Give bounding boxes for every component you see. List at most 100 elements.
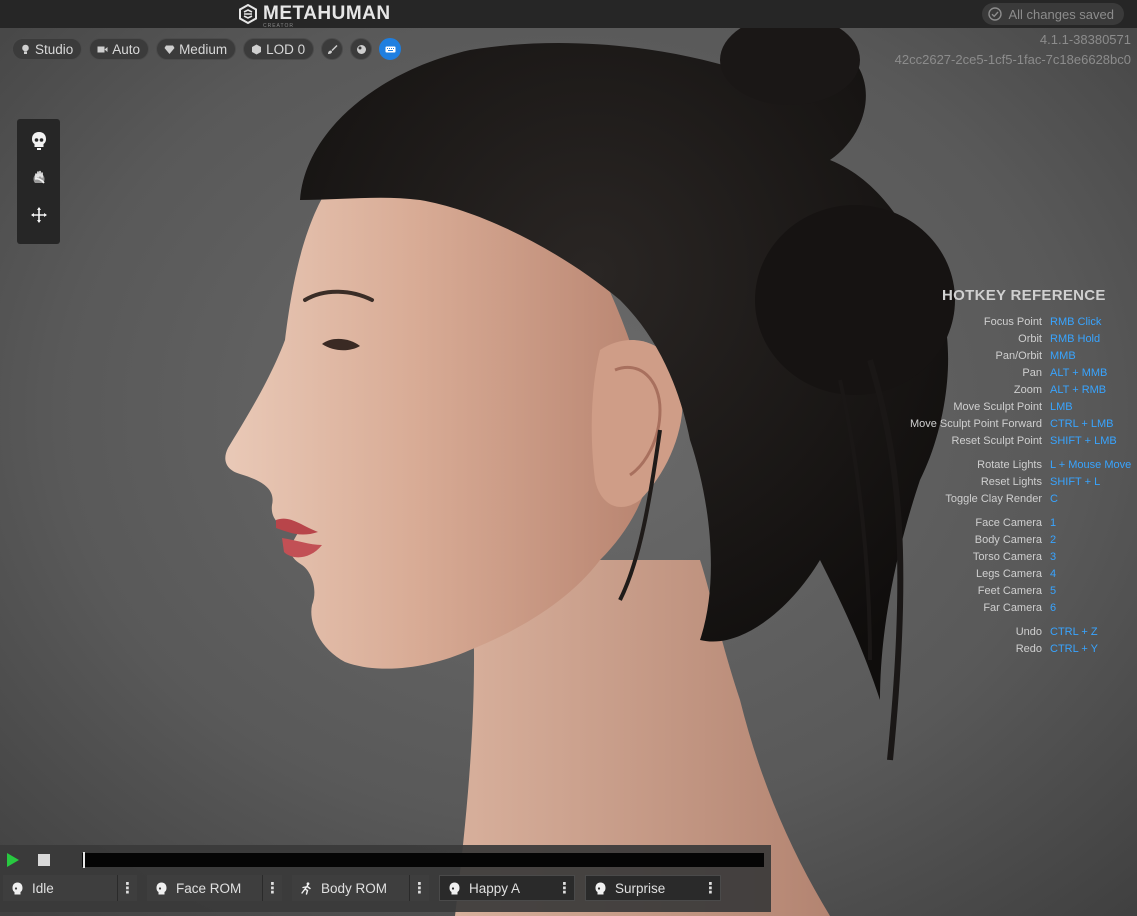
animation-clips: Idle ⋮ Face ROM ⋮ Body ROM ⋮ Happy A ⋮ S… [3, 875, 721, 901]
camera-icon [97, 46, 108, 52]
hotkey-label: Move Sculpt Point Forward [909, 418, 1042, 430]
clip-idle-button[interactable]: Idle [3, 875, 117, 901]
animation-timeline[interactable] [82, 853, 764, 867]
clip-happy-a-menu[interactable]: ⋮ [554, 876, 574, 900]
clip-happy-a: Happy A ⋮ [439, 875, 575, 901]
hotkey-label: Torso Camera [972, 551, 1042, 563]
hotkey-key: 6 [1050, 602, 1057, 614]
hotkey-label: Feet Camera [977, 585, 1042, 597]
hotkey-label: Pan [1022, 367, 1042, 379]
metahuman-logo: METAHUMAN CREATOR [238, 3, 391, 29]
keyboard-icon [385, 46, 396, 52]
hotkey-key: 1 [1050, 517, 1057, 529]
hotkey-reference-title: HOTKEY REFERENCE [942, 287, 1106, 304]
clip-label: Body ROM [321, 880, 388, 896]
clip-happy-a-button[interactable]: Happy A [440, 876, 554, 900]
build-hash: 42cc2627-2ce5-1cf5-1fac-7c18e6628bc0 [894, 52, 1131, 67]
running-figure-icon [301, 881, 311, 895]
hotkey-row: Toggle Clay Render C [900, 493, 1137, 510]
clip-label: Happy A [469, 880, 521, 896]
hotkey-row: Move Sculpt Point Forward CTRL + LMB [900, 418, 1137, 435]
face-tool-button[interactable] [30, 131, 48, 151]
hotkey-row: Orbit RMB Hold [900, 333, 1137, 350]
clip-label: Face ROM [176, 880, 242, 896]
clip-body-rom-menu[interactable]: ⋮ [409, 875, 429, 901]
head-icon [595, 882, 606, 894]
hotkey-label: Toggle Clay Render [945, 493, 1042, 505]
hotkey-row: Zoom ALT + RMB [900, 384, 1137, 401]
lod-button[interactable]: LOD 0 [243, 38, 315, 60]
hotkey-label: Undo [1015, 626, 1042, 638]
cube-icon [252, 44, 262, 54]
hotkey-row: Body Camera 2 [900, 534, 1137, 551]
clip-label: Surprise [615, 880, 666, 896]
hotkey-key: RMB Click [1050, 316, 1102, 328]
hotkey-row: Pan/Orbit MMB [900, 350, 1137, 367]
hotkey-row: Far Camera 6 [900, 602, 1137, 619]
hotkey-key: CTRL + LMB [1050, 418, 1114, 430]
hotkeys-toggle-button[interactable] [379, 38, 402, 60]
hotkey-key: CTRL + Y [1050, 643, 1098, 655]
move-arrows-icon [30, 207, 47, 223]
clip-idle-menu[interactable]: ⋮ [117, 875, 137, 901]
hotkey-key: 2 [1050, 534, 1057, 546]
hotkey-key: ALT + MMB [1050, 367, 1108, 379]
clip-body-rom-button[interactable]: Body ROM [292, 875, 409, 901]
build-version: 4.1.1-38380571 [1039, 32, 1131, 47]
hotkey-label: Reset Sculpt Point [951, 435, 1043, 447]
hotkey-key: LMB [1050, 401, 1073, 413]
lighting-button[interactable]: Studio [12, 38, 83, 60]
hotkey-row: Reset Sculpt Point SHIFT + LMB [900, 435, 1137, 452]
light-bulb-icon [22, 44, 29, 54]
clip-surprise-menu[interactable]: ⋮ [700, 876, 720, 900]
save-status-text: All changes saved [1008, 6, 1114, 22]
skull-icon [31, 132, 46, 150]
clip-face-rom-button[interactable]: Face ROM [147, 875, 262, 901]
clip-label: Idle [32, 880, 54, 896]
hotkey-label: Orbit [1018, 333, 1042, 345]
clip-face-rom-menu[interactable]: ⋮ [262, 875, 282, 901]
logo-text: METAHUMAN [263, 3, 391, 24]
quality-button[interactable]: Medium [156, 38, 237, 60]
hotkey-label: Body Camera [974, 534, 1042, 546]
hotkey-key: SHIFT + L [1050, 476, 1101, 488]
hotkey-key: 3 [1050, 551, 1057, 563]
character-viewport[interactable] [0, 0, 1137, 916]
materials-button[interactable] [350, 38, 373, 60]
sphere-icon [356, 44, 366, 54]
save-status: All changes saved [982, 3, 1124, 25]
hotkey-key: MMB [1050, 350, 1076, 362]
sculpt-icon [33, 170, 45, 184]
hotkey-label: Far Camera [983, 602, 1042, 614]
hotkey-label: Pan/Orbit [995, 350, 1042, 362]
clip-surprise-button[interactable]: Surprise [586, 876, 700, 900]
timeline-playhead[interactable] [83, 852, 85, 868]
hotkey-label: Legs Camera [975, 568, 1042, 580]
clip-face-rom: Face ROM ⋮ [147, 875, 282, 901]
clay-render-button[interactable] [321, 38, 344, 60]
hotkey-row: Redo CTRL + Y [900, 643, 1137, 660]
move-tool-button[interactable] [30, 205, 48, 225]
hotkey-row: Move Sculpt Point LMB [900, 401, 1137, 418]
hotkey-label: Rotate Lights [977, 459, 1042, 471]
hotkey-label: Focus Point [983, 316, 1042, 328]
viewport-toolbar: Studio Auto Medium LOD 0 [12, 38, 402, 60]
check-circle-icon [988, 7, 1003, 21]
hotkey-row: Torso Camera 3 [900, 551, 1137, 568]
animation-bar: Idle ⋮ Face ROM ⋮ Body ROM ⋮ Happy A ⋮ S… [0, 845, 771, 912]
quality-label: Medium [179, 41, 228, 57]
camera-label: Auto [112, 41, 141, 57]
lighting-label: Studio [35, 41, 74, 57]
play-button[interactable] [6, 853, 20, 867]
camera-button[interactable]: Auto [89, 38, 150, 60]
hotkey-row: Feet Camera 5 [900, 585, 1137, 602]
hotkey-key: SHIFT + LMB [1050, 435, 1117, 447]
sculpt-tool-button[interactable] [30, 168, 48, 188]
hotkey-label: Move Sculpt Point [953, 401, 1042, 413]
clip-surprise: Surprise ⋮ [585, 875, 721, 901]
stop-button[interactable] [38, 854, 50, 866]
metahuman-logo-icon [239, 4, 257, 24]
clip-body-rom: Body ROM ⋮ [292, 875, 429, 901]
hotkey-key: C [1050, 493, 1058, 505]
brush-icon [327, 44, 338, 54]
